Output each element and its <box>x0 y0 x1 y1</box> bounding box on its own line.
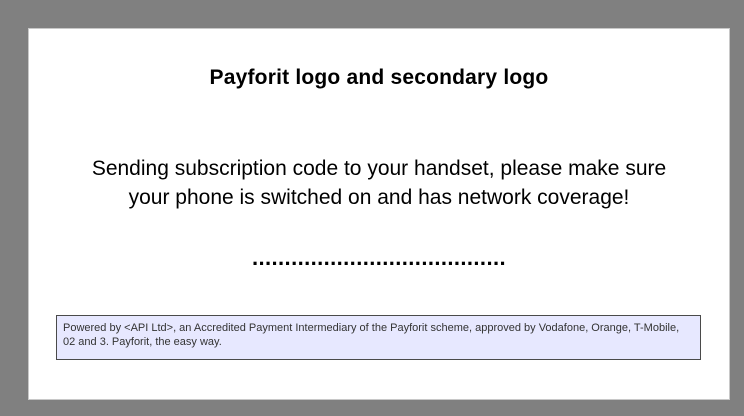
payment-panel: Payforit logo and secondary logo Sending… <box>28 28 730 400</box>
status-message-line-2: your phone is switched on and has networ… <box>128 186 630 209</box>
payforit-logo-placeholder: Payforit logo and secondary logo <box>209 66 549 89</box>
progress-dots: ....................................... <box>252 247 506 270</box>
status-message-line-1: Sending subscription code to your handse… <box>91 157 667 180</box>
status-message: Sending subscription code to your handse… <box>29 154 729 212</box>
payforit-footer-notice: Powered by <API Ltd>, an Accredited Paym… <box>56 315 701 360</box>
